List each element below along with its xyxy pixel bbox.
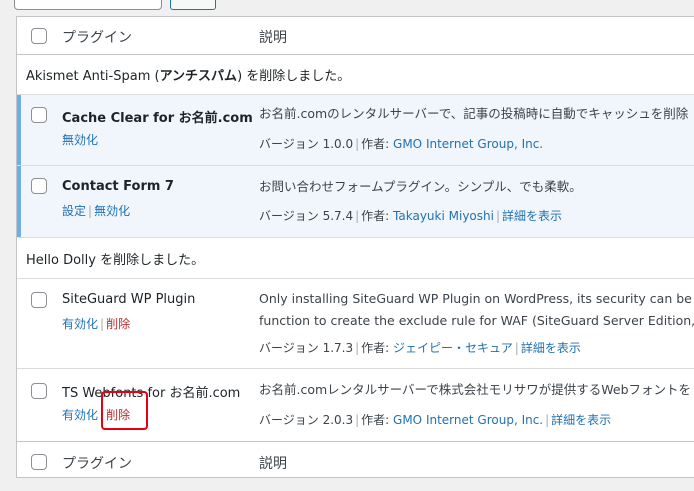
notice-text: Hello Dolly を削除しました。	[26, 252, 205, 268]
author-link[interactable]: Takayuki Miyoshi	[393, 209, 494, 223]
delete-link[interactable]: 削除	[106, 317, 130, 331]
delete-link-highlight-box	[101, 391, 148, 430]
author-link[interactable]: GMO Internet Group, Inc.	[393, 413, 543, 427]
plugin-actions: 無効化	[62, 131, 98, 148]
author-link[interactable]: GMO Internet Group, Inc.	[393, 137, 543, 151]
deactivate-link[interactable]: 無効化	[94, 204, 130, 218]
plugin-name: Contact Form 7	[62, 179, 174, 194]
plugin-actions: 有効化 | 削除	[62, 317, 131, 331]
search-button[interactable]	[170, 0, 216, 10]
plugin-row-siteguard: SiteGuard WP Plugin 有効化 | 削除 Only installi…	[17, 279, 694, 369]
activate-link[interactable]: 有効化	[62, 317, 98, 331]
table-header: プラグイン 説明	[17, 17, 694, 55]
plugin-meta: バージョン 5.7.4 | 作者: Takayuki Miyoshi | 詳細を表示	[259, 209, 563, 223]
column-footer-plugin[interactable]: プラグイン	[62, 453, 132, 473]
plugin-checkbox[interactable]	[31, 292, 47, 308]
plugin-name: TS Webfonts for お名前.com	[62, 386, 241, 401]
notice-text: Akismet Anti-Spam (アンチスパム) を削除しました。	[26, 69, 351, 84]
select-all-checkbox[interactable]	[31, 28, 47, 44]
plugin-row-cache-clear: Cache Clear for お名前.com 無効化 お名前.comのレンタル…	[17, 95, 694, 166]
view-details-link[interactable]: 詳細を表示	[551, 413, 611, 427]
view-details-link[interactable]: 詳細を表示	[521, 341, 581, 355]
author-link[interactable]: ジェイピー・セキュア	[393, 341, 513, 355]
plugin-checkbox[interactable]	[31, 383, 47, 399]
deactivate-link[interactable]: 無効化	[62, 133, 98, 147]
search-input[interactable]	[14, 0, 162, 10]
plugin-checkbox[interactable]	[31, 107, 47, 123]
plugin-name: SiteGuard WP Plugin	[62, 292, 196, 307]
column-header-description: 説明	[259, 30, 287, 46]
plugin-meta: バージョン 2.0.3 | 作者: GMO Internet Group, Inc.…	[259, 413, 612, 427]
view-details-link[interactable]: 詳細を表示	[502, 209, 562, 223]
plugin-actions: 設定 | 無効化	[62, 204, 131, 218]
deleted-notice-hello-dolly: Hello Dolly を削除しました。	[17, 238, 694, 279]
settings-link[interactable]: 設定	[62, 204, 86, 218]
table-footer: プラグイン 説明	[17, 441, 694, 479]
column-footer-description: 説明	[259, 456, 287, 472]
activate-link[interactable]: 有効化	[62, 408, 98, 422]
plugin-row-contact-form-7: Contact Form 7 設定 | 無効化 お問い合わせフォームプラグイン。シン…	[17, 166, 694, 238]
plugin-description: お問い合わせフォームプラグイン。シンプル、でも柔軟。	[259, 179, 582, 194]
plugin-checkbox[interactable]	[31, 178, 47, 194]
column-header-plugin[interactable]: プラグイン	[62, 27, 132, 47]
plugin-description: お名前.comのレンタルサーバーで、記事の投稿時に自動でキャッシュを削除	[259, 106, 689, 121]
deleted-notice-akismet: Akismet Anti-Spam (アンチスパム) を削除しました。	[17, 55, 694, 95]
plugin-name: Cache Clear for お名前.com	[62, 111, 253, 126]
plugin-description: お名前.comレンタルサーバーで株式会社モリサワが提供するWebフォントを	[259, 382, 692, 397]
plugin-description: Only installing SiteGuard WP Plugin on W…	[259, 291, 694, 328]
plugin-meta: バージョン 1.0.0 | 作者: GMO Internet Group, Inc.	[259, 137, 544, 151]
select-all-checkbox-footer[interactable]	[31, 454, 47, 470]
plugin-meta: バージョン 1.7.3 | 作者: ジェイピー・セキュア | 詳細を表示	[259, 341, 581, 355]
